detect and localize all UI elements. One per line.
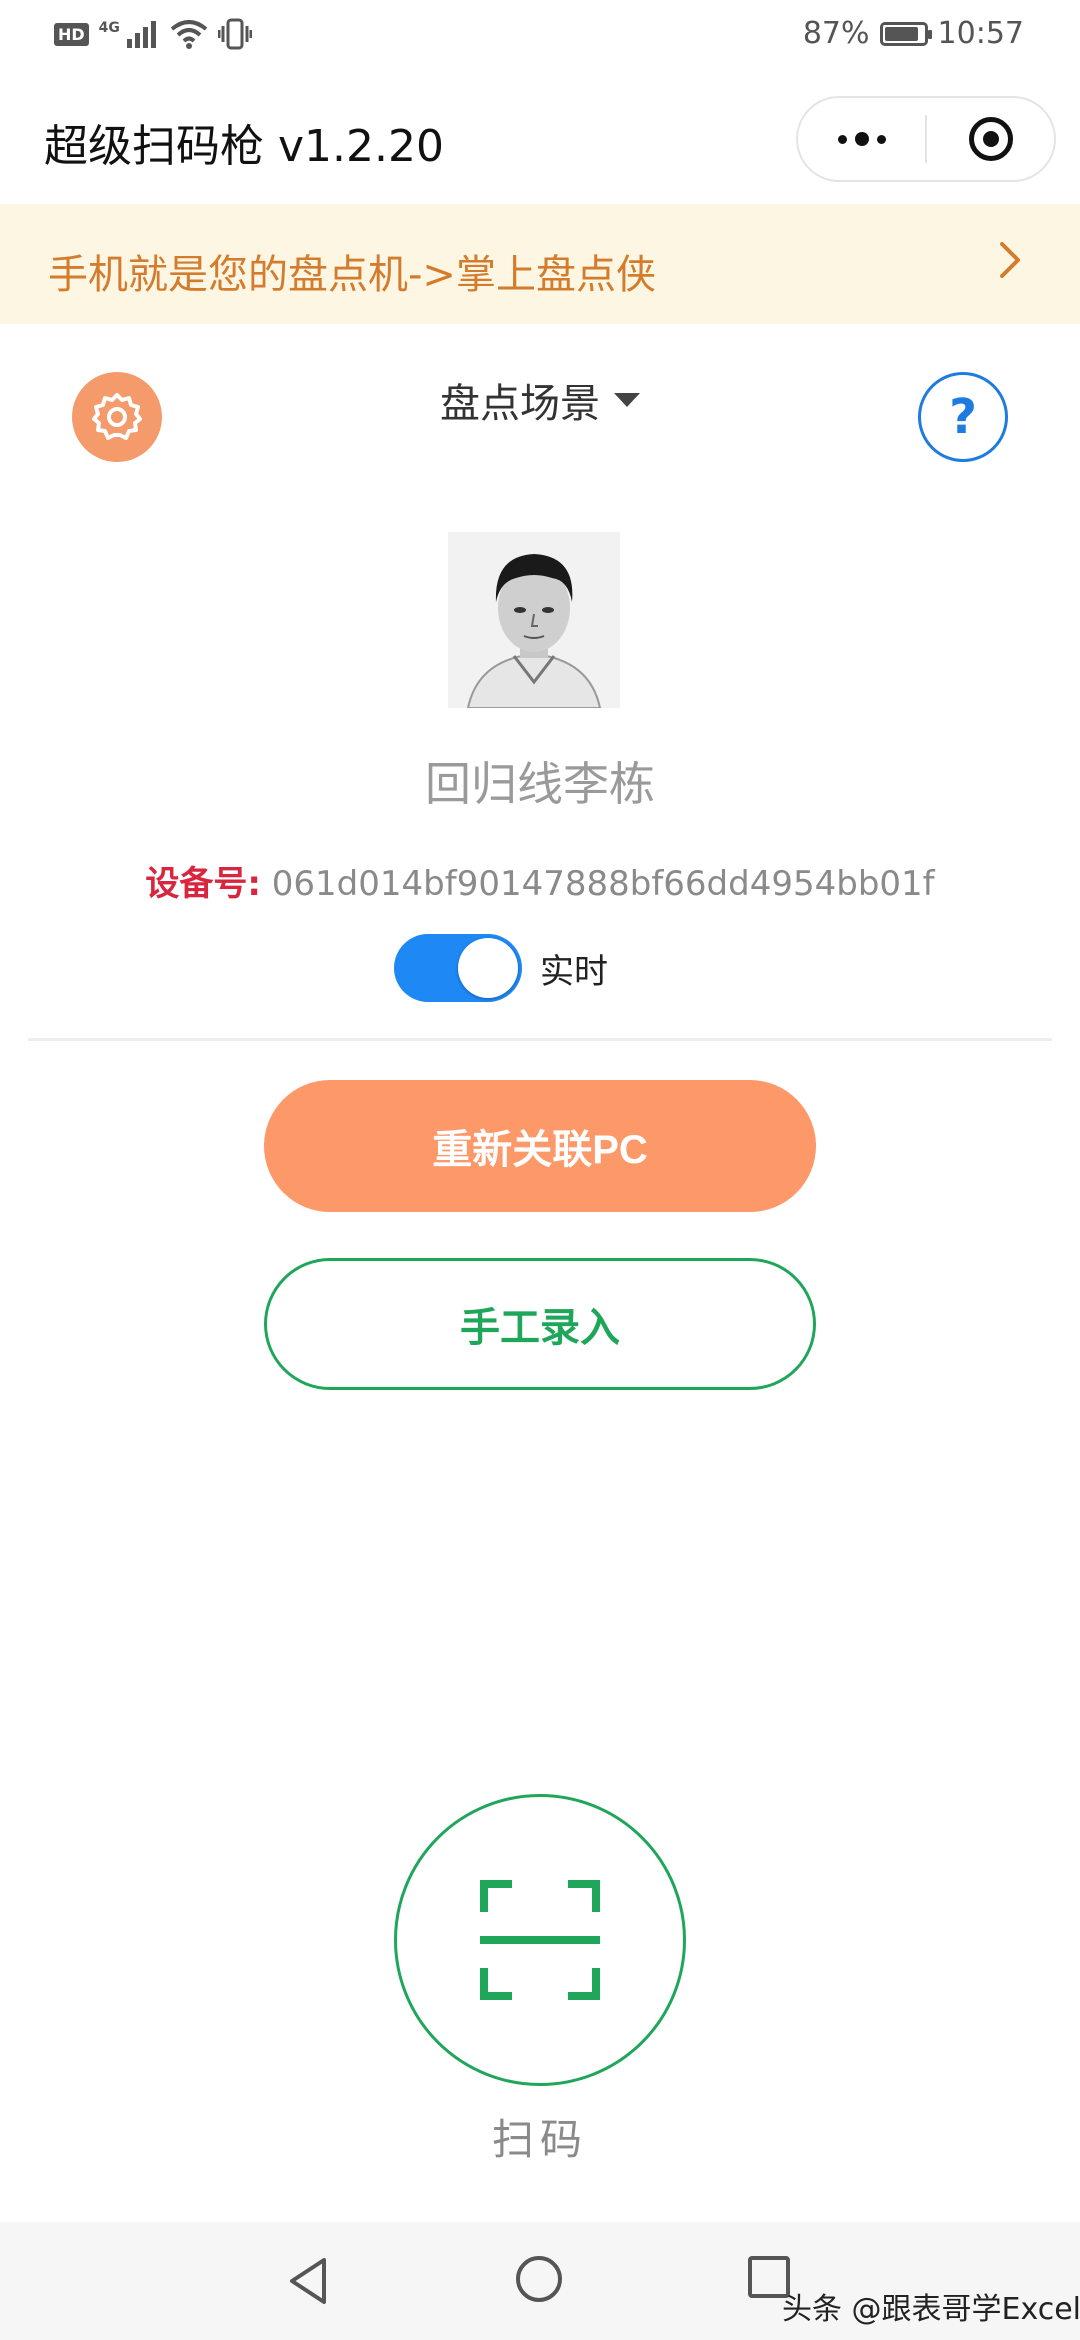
battery-percent: 87% xyxy=(802,16,870,51)
scan-label: 扫码 xyxy=(491,2115,588,2164)
scan-icon xyxy=(480,1880,600,2000)
home-icon[interactable] xyxy=(516,2256,562,2302)
caret-down-icon xyxy=(614,393,640,407)
toggle-knob xyxy=(458,938,518,998)
device-id: 061d014bf90147888bf66dd4954bb01f xyxy=(271,864,935,904)
signal-icon xyxy=(126,21,156,48)
page-title: 超级扫码枪 v1.2.20 xyxy=(44,121,444,172)
promo-banner[interactable]: 手机就是您的盘点机->掌上盘点侠 xyxy=(0,204,1080,324)
help-button[interactable]: ? xyxy=(918,372,1008,462)
chevron-right-icon xyxy=(1000,242,1020,278)
nav-bar: 超级扫码枪 v1.2.20 xyxy=(0,72,1080,204)
scan-button[interactable] xyxy=(394,1794,686,2086)
realtime-label: 实时 xyxy=(540,951,608,992)
user-name: 回归线李栋 xyxy=(425,757,655,811)
more-button[interactable] xyxy=(798,98,925,180)
wifi-icon xyxy=(170,20,208,49)
user-photo xyxy=(448,532,620,708)
scene-label: 盘点场景 xyxy=(440,381,600,427)
mini-program-capsule xyxy=(796,96,1056,182)
battery-level xyxy=(884,26,918,41)
more-icon xyxy=(837,132,886,146)
help-icon: ? xyxy=(949,389,977,445)
status-left: HD 4G xyxy=(54,18,252,50)
gear-icon xyxy=(92,393,142,440)
divider xyxy=(28,1038,1052,1041)
network-type: 4G xyxy=(98,20,120,36)
watermark: 头条 @跟表哥学Excel xyxy=(782,2292,1080,2327)
scene-select[interactable]: 盘点场景 xyxy=(380,370,700,430)
settings-button[interactable] xyxy=(72,372,162,462)
device-label: 设备号: xyxy=(145,864,261,904)
status-right: 87% 10:57 xyxy=(803,16,1024,51)
manual-entry-button[interactable]: 手工录入 xyxy=(264,1258,816,1390)
back-icon[interactable] xyxy=(286,2256,330,2306)
promo-text: 手机就是您的盘点机->掌上盘点侠 xyxy=(48,252,656,298)
system-nav: 头条 @跟表哥学Excel xyxy=(0,2222,1080,2340)
close-target-icon xyxy=(968,117,1013,161)
device-row: 设备号: 061d014bf90147888bf66dd4954bb01f xyxy=(0,856,1080,905)
vibrate-icon xyxy=(217,18,252,50)
relink-pc-button[interactable]: 重新关联PC xyxy=(264,1080,816,1212)
realtime-row: 实时 xyxy=(394,934,608,1002)
clock: 10:57 xyxy=(937,16,1024,51)
hd-badge: HD xyxy=(54,22,89,46)
battery-icon xyxy=(879,21,932,46)
avatar xyxy=(448,532,620,708)
status-bar: HD 4G 87% 10:57 xyxy=(0,0,1080,72)
close-button[interactable] xyxy=(927,98,1054,180)
realtime-toggle[interactable] xyxy=(394,934,522,1002)
